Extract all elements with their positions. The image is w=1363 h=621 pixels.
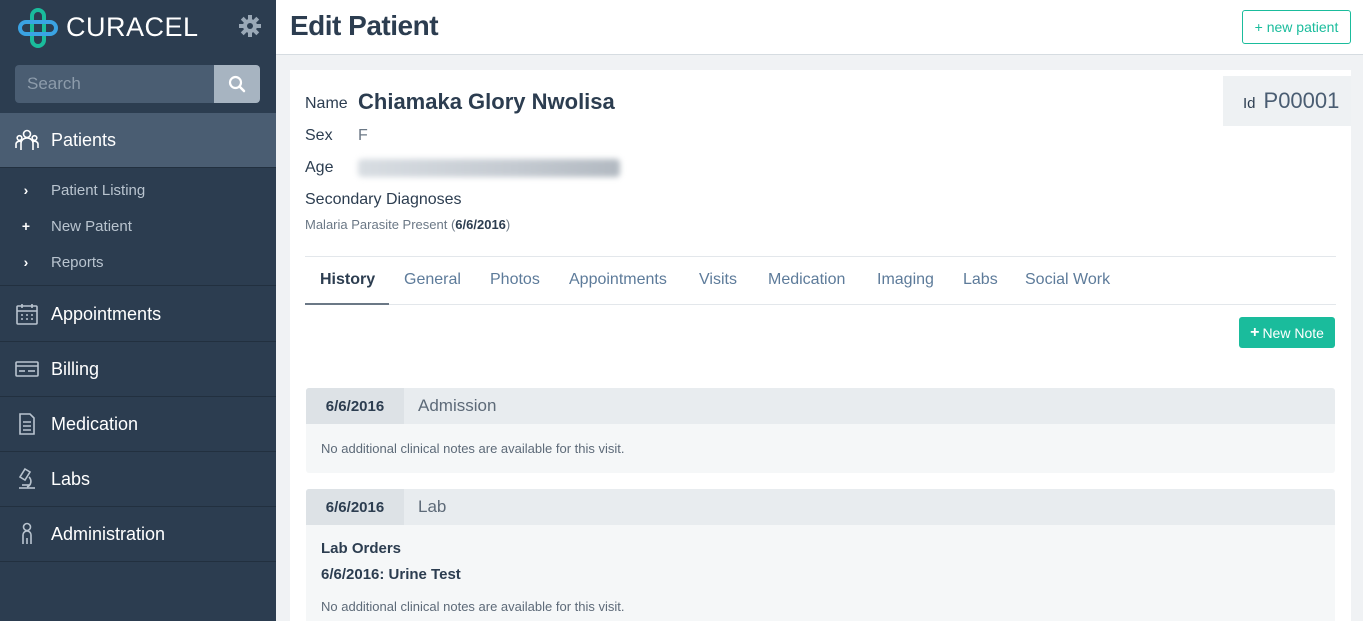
name-label: Name [305,95,348,112]
patient-sex: F [358,127,368,144]
patient-id-box: Id P00001 [1223,76,1351,126]
sidebar-item-new-patient[interactable]: + New Patient [0,208,276,244]
credit-card-icon [15,357,39,381]
search-button[interactable] [214,65,260,103]
patient-tabs: History General Photos Appointments Visi… [305,256,1336,305]
sub-item-label: New Patient [51,217,132,235]
search-icon [228,75,246,93]
tab-imaging[interactable]: Imaging [877,271,934,289]
nav-medication[interactable]: Medication [0,397,276,452]
gear-icon[interactable] [238,14,262,38]
nav-appointments-label: Appointments [51,303,162,324]
secondary-diagnoses-label: Secondary Diagnoses [305,191,462,208]
tab-labs[interactable]: Labs [963,271,998,289]
plus-icon: + [1250,323,1260,341]
sidebar-item-reports[interactable]: › Reports [0,244,276,280]
tab-medication[interactable]: Medication [768,271,845,289]
tab-social-work[interactable]: Social Work [1025,271,1110,289]
new-patient-button[interactable]: + new patient [1242,10,1351,44]
visit-date: 6/6/2016 [306,388,404,424]
nav-administration[interactable]: Administration [0,507,276,562]
visit-type: Admission [418,396,497,415]
visit-note: No additional clinical notes are availab… [321,599,625,614]
nav-labs-label: Labs [51,468,91,489]
diagnosis-text: Malaria Parasite Present [305,217,448,232]
tab-general[interactable]: General [404,271,461,289]
visit-card: 6/6/2016 Admission No additional clinica… [306,388,1335,473]
patient-id: P00001 [1263,88,1340,113]
patients-subnav: › Patient Listing + New Patient › Report… [0,168,276,286]
nav-labs[interactable]: Labs [0,452,276,507]
patient-panel: Id P00001 Name Chiamaka Glory Nwolisa Se… [290,70,1351,621]
id-label: Id [1243,94,1256,112]
active-tab-indicator [305,303,389,305]
search-input[interactable] [15,65,214,103]
brand-name: CURACEL [66,12,199,42]
calendar-icon [15,302,39,326]
nav-appointments[interactable]: Appointments [0,287,276,342]
nav-patients[interactable]: Patients [0,113,276,168]
sidebar-item-patient-listing[interactable]: › Patient Listing [0,172,276,208]
nav-patients-label: Patients [51,129,117,150]
patient-age-redacted [358,159,620,177]
sex-label: Sex [305,127,333,144]
tab-visits[interactable]: Visits [699,271,737,289]
patient-name: Chiamaka Glory Nwolisa [358,89,615,114]
nav-billing-label: Billing [51,358,100,379]
person-icon [15,522,39,546]
patients-icon [15,128,39,152]
nav-medication-label: Medication [51,413,139,434]
lab-orders-heading: Lab Orders [321,540,402,557]
new-note-label: New Note [1262,324,1324,341]
visit-note: No additional clinical notes are availab… [321,441,625,456]
new-note-button[interactable]: + New Note [1239,317,1335,348]
age-label: Age [305,159,334,176]
lab-order-item: 6/6/2016: Urine Test [321,566,461,583]
top-header: Edit Patient + new patient [276,0,1363,55]
chevron-right-icon: › [23,182,29,198]
plus-icon: + [21,218,31,234]
tab-photos[interactable]: Photos [490,271,540,289]
curacel-logo-icon [18,7,58,48]
visit-card: 6/6/2016 Lab Lab Orders 6/6/2016: Urine … [306,489,1335,621]
sidebar: CURACEL Search Patients › Patient Listin… [0,0,276,621]
page-title: Edit Patient [290,10,439,41]
visit-header: 6/6/2016 Lab [306,489,1335,525]
chevron-right-icon: › [23,254,29,270]
visit-date: 6/6/2016 [306,489,404,525]
visit-header: 6/6/2016 Admission [306,388,1335,424]
tab-appointments[interactable]: Appointments [569,271,667,289]
nav-administration-label: Administration [51,523,166,544]
visit-type: Lab [418,497,447,516]
brand[interactable]: CURACEL [0,0,276,55]
sub-item-label: Reports [51,253,104,271]
nav-billing[interactable]: Billing [0,342,276,397]
secondary-diagnosis: Malaria Parasite Present (6/6/2016) [305,217,511,232]
document-icon [15,412,39,436]
microscope-icon [15,467,39,491]
tab-history[interactable]: History [320,271,375,289]
diagnosis-date: 6/6/2016 [455,217,506,232]
sub-item-label: Patient Listing [51,181,146,199]
search-bar [15,65,260,103]
